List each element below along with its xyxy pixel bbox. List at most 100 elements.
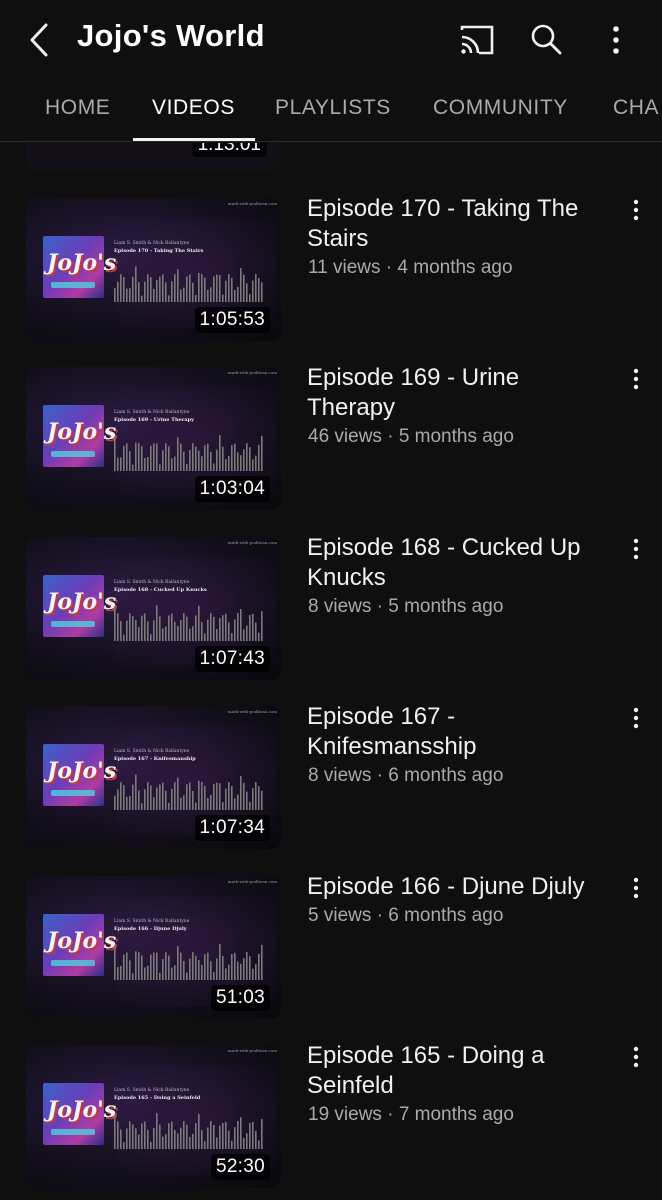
upload-age: 6 months ago xyxy=(388,765,504,786)
tab-playlists[interactable]: PLAYLISTS xyxy=(275,96,391,120)
top-app-bar: Jojo's World xyxy=(0,0,662,80)
channel-tabs: HOME VIDEOS PLAYLISTS COMMUNITY CHA xyxy=(0,80,662,142)
show-logo: JoJo's xyxy=(43,1083,116,1145)
video-meta: 46 views · 5 months ago xyxy=(308,426,514,448)
video-more-button[interactable] xyxy=(626,876,646,902)
show-logo: JoJo's xyxy=(43,405,116,467)
video-title[interactable]: Episode 166 - Djune Djuly xyxy=(307,872,612,902)
upload-age: 6 months ago xyxy=(388,905,504,926)
video-thumbnail[interactable]: mark-with-podbean.com JoJo's Liam S. Smith… xyxy=(26,1045,281,1188)
show-logo: JoJo's xyxy=(43,744,116,806)
video-thumbnail[interactable]: mark-with-podbean.com JoJo's Liam S. Smith… xyxy=(26,198,281,341)
video-meta: 19 views · 7 months ago xyxy=(308,1104,514,1126)
thumbnail-episode-title: Episode 168 - Cucked Up Knucks xyxy=(114,587,207,593)
more-vertical-icon xyxy=(633,199,639,221)
meta-separator: · xyxy=(381,1104,399,1125)
meta-separator: · xyxy=(371,765,389,786)
video-thumbnail[interactable]: mark-with-podbean.com JoJo's Liam S. Smith… xyxy=(26,876,281,1019)
thumbnail-url: mark-with-podbean.com xyxy=(227,1048,277,1053)
video-item[interactable]: mark-with-podbean.com JoJo's Liam S. Smith… xyxy=(0,702,662,852)
show-logo: JoJo's xyxy=(43,914,116,976)
video-thumbnail[interactable]: mark-with-podbean.com JoJo's Liam S. Smith… xyxy=(26,537,281,680)
video-item[interactable]: mark-with-podbean.com JoJo's Liam S. Smith… xyxy=(0,363,662,513)
view-count: 8 views xyxy=(308,765,372,786)
back-button[interactable] xyxy=(24,22,54,58)
logo-banner xyxy=(51,282,95,288)
chevron-left-icon xyxy=(30,23,48,57)
thumbnail-credit: Liam S. Smith & Nick Ballantyne xyxy=(114,1088,190,1093)
thumbnail-url: mark-with-podbean.com xyxy=(227,540,277,545)
upload-age: 5 months ago xyxy=(388,596,504,617)
audio-waveform xyxy=(114,605,263,641)
logo-text: JoJo's xyxy=(47,758,117,784)
show-logo: JoJo's xyxy=(43,236,116,298)
video-meta: 8 views · 5 months ago xyxy=(308,596,503,618)
thumbnail-episode-title: Episode 165 - Doing a Seinfeld xyxy=(114,1095,201,1101)
thumbnail-url: mark-with-podbean.com xyxy=(227,709,277,714)
meta-separator: · xyxy=(371,596,389,617)
video-duration: 1:05:53 xyxy=(194,307,270,333)
search-icon xyxy=(531,24,562,55)
more-vertical-icon xyxy=(633,1046,639,1068)
thumbnail-episode-title: Episode 170 - Taking The Stairs xyxy=(114,248,204,254)
video-more-button[interactable] xyxy=(626,367,646,393)
video-duration: 51:03 xyxy=(210,985,270,1011)
tab-channels[interactable]: CHA xyxy=(613,96,659,120)
tab-community[interactable]: COMMUNITY xyxy=(433,96,568,120)
cast-button[interactable] xyxy=(459,24,495,56)
video-more-button[interactable] xyxy=(626,706,646,732)
view-count: 19 views xyxy=(308,1104,382,1125)
video-duration: 1:03:04 xyxy=(194,476,270,502)
logo-text: JoJo's xyxy=(47,419,117,445)
thumbnail-url: mark-with-podbean.com xyxy=(227,879,277,884)
show-logo: JoJo's xyxy=(43,575,116,637)
video-more-button[interactable] xyxy=(626,198,646,224)
video-item[interactable]: mark-with-podbean.com JoJo's Liam S. Smith… xyxy=(0,194,662,344)
video-title[interactable]: Episode 168 - Cucked Up Knucks xyxy=(307,533,612,593)
video-more-button[interactable] xyxy=(626,537,646,563)
thumbnail-url: mark-with-podbean.com xyxy=(227,370,277,375)
tab-home[interactable]: HOME xyxy=(45,96,110,120)
tab-videos[interactable]: VIDEOS xyxy=(152,96,235,120)
video-item[interactable]: mark-with-podbean.com JoJo's Liam S. Smith… xyxy=(0,872,662,1022)
thumbnail-url: mark-with-podbean.com xyxy=(227,201,277,206)
audio-waveform xyxy=(114,266,263,302)
video-title[interactable]: Episode 170 - Taking The Stairs xyxy=(307,194,612,254)
more-vertical-icon xyxy=(633,877,639,899)
logo-text: JoJo's xyxy=(47,589,117,615)
logo-banner xyxy=(51,790,95,796)
video-thumbnail[interactable]: mark-with-podbean.com JoJo's Liam S. Smith… xyxy=(26,706,281,849)
logo-text: JoJo's xyxy=(47,250,117,276)
audio-waveform xyxy=(114,435,263,471)
video-title[interactable]: Episode 167 - Knifesmansship xyxy=(307,702,612,762)
video-thumbnail[interactable]: mark-with-podbean.com JoJo's Liam S. Smith… xyxy=(26,367,281,510)
video-title[interactable]: Episode 169 - Urine Therapy xyxy=(307,363,612,423)
video-meta: 11 views · 4 months ago xyxy=(308,257,513,279)
more-vertical-icon xyxy=(613,26,619,54)
video-thumbnail-partial[interactable]: 1:13:01 xyxy=(26,143,281,170)
thumbnail-credit: Liam S. Smith & Nick Ballantyne xyxy=(114,241,190,246)
logo-banner xyxy=(51,1129,95,1135)
view-count: 5 views xyxy=(308,905,372,926)
meta-separator: · xyxy=(381,426,399,447)
cast-icon xyxy=(460,25,494,55)
view-count: 8 views xyxy=(308,596,372,617)
more-options-button[interactable] xyxy=(600,20,632,60)
video-item[interactable]: mark-with-podbean.com JoJo's Liam S. Smith… xyxy=(0,533,662,683)
more-vertical-icon xyxy=(633,538,639,560)
video-duration: 1:13:01 xyxy=(191,143,267,157)
video-item[interactable]: mark-with-podbean.com JoJo's Liam S. Smith… xyxy=(0,1041,662,1191)
video-duration: 52:30 xyxy=(210,1154,270,1180)
search-button[interactable] xyxy=(528,22,564,58)
thumbnail-credit: Liam S. Smith & Nick Ballantyne xyxy=(114,919,190,924)
logo-banner xyxy=(51,960,95,966)
video-more-button[interactable] xyxy=(626,1045,646,1071)
upload-age: 5 months ago xyxy=(398,426,514,447)
logo-text: JoJo's xyxy=(47,1097,117,1123)
thumbnail-credit: Liam S. Smith & Nick Ballantyne xyxy=(114,580,190,585)
active-tab-indicator xyxy=(133,138,255,141)
channel-title: Jojo's World xyxy=(77,18,265,53)
video-duration: 1:07:43 xyxy=(194,646,270,672)
video-meta: 8 views · 6 months ago xyxy=(308,765,503,787)
video-title[interactable]: Episode 165 - Doing a Seinfeld xyxy=(307,1041,612,1101)
